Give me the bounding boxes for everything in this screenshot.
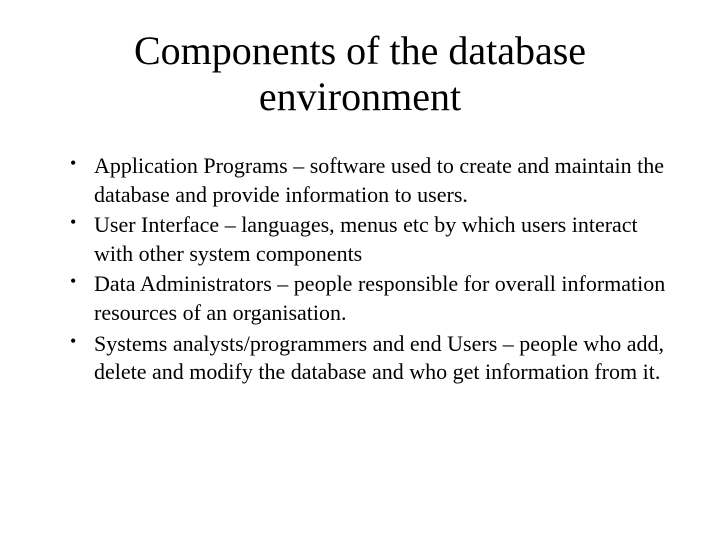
list-item: Data Administrators – people responsible… [76,270,672,327]
list-item: Application Programs – software used to … [76,152,672,209]
list-item: User Interface – languages, menus etc by… [76,211,672,268]
slide-title: Components of the database environment [48,28,672,120]
list-item: Systems analysts/programmers and end Use… [76,330,672,387]
bullet-list: Application Programs – software used to … [48,152,672,387]
